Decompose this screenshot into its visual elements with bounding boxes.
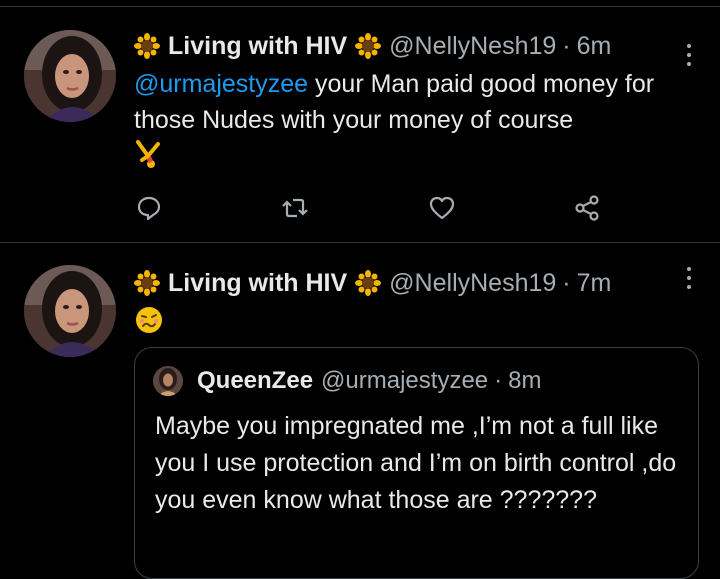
tweet[interactable]: Living with HIV @NellyNesh19 · 6m @urmaj… bbox=[0, 10, 720, 243]
like-button[interactable] bbox=[428, 194, 458, 224]
cartwheel-emoji bbox=[136, 140, 160, 168]
tweet-text: @urmajestyzee your Man paid good money f… bbox=[134, 66, 690, 174]
quoted-avatar[interactable] bbox=[153, 366, 183, 396]
retweet-button[interactable] bbox=[281, 194, 311, 224]
avatar[interactable] bbox=[24, 30, 116, 122]
top-divider bbox=[0, 6, 720, 7]
timestamp[interactable]: 6m bbox=[577, 32, 612, 61]
sunflower-icon bbox=[134, 270, 160, 296]
reply-button[interactable] bbox=[135, 194, 165, 224]
quoted-handle[interactable]: @urmajestyzee bbox=[321, 367, 488, 395]
mention-link[interactable]: @urmajestyzee bbox=[134, 70, 308, 98]
handle[interactable]: @NellyNesh19 bbox=[389, 269, 556, 298]
separator: · bbox=[494, 367, 503, 394]
tweet-header: Living with HIV @NellyNesh19 · 6m bbox=[134, 28, 700, 64]
handle[interactable]: @NellyNesh19 bbox=[389, 32, 556, 61]
share-button[interactable] bbox=[573, 194, 603, 224]
separator: · bbox=[562, 31, 571, 60]
quoted-timestamp[interactable]: 8m bbox=[508, 367, 541, 395]
share-icon bbox=[575, 195, 599, 221]
avatar[interactable] bbox=[24, 265, 116, 357]
sunflower-icon bbox=[355, 270, 382, 296]
woozy-face-emoji bbox=[136, 307, 162, 333]
reply-icon bbox=[137, 196, 161, 221]
timestamp[interactable]: 7m bbox=[577, 269, 612, 298]
tweet[interactable]: Living with HIV @NellyNesh19 · 7m QueenZ… bbox=[0, 243, 720, 579]
display-name[interactable]: Living with HIV bbox=[168, 269, 347, 298]
quoted-tweet-header: QueenZee @urmajestyzee · 8m bbox=[153, 366, 541, 396]
tweet-header: Living with HIV @NellyNesh19 · 7m bbox=[134, 265, 700, 301]
heart-icon bbox=[429, 196, 455, 220]
tweet-actions bbox=[135, 194, 605, 224]
display-name[interactable]: Living with HIV bbox=[168, 32, 347, 61]
sunflower-icon bbox=[134, 33, 160, 59]
quoted-tweet[interactable]: QueenZee @urmajestyzee · 8m Maybe you im… bbox=[134, 347, 699, 579]
sunflower-icon bbox=[355, 33, 382, 59]
quoted-display-name[interactable]: QueenZee bbox=[197, 367, 313, 395]
separator: · bbox=[562, 268, 571, 297]
more-icon[interactable] bbox=[686, 267, 692, 293]
quoted-tweet-text: Maybe you impregnated me ,I’m not a full… bbox=[155, 412, 677, 514]
retweet-icon bbox=[282, 198, 308, 218]
